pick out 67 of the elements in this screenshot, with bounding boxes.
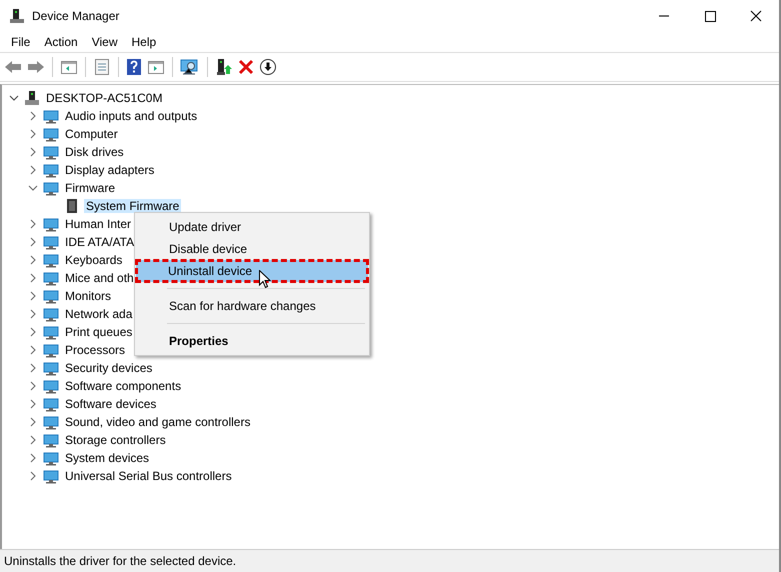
tree-item[interactable]: Computer bbox=[63, 127, 120, 141]
device-icon bbox=[43, 234, 59, 250]
app-icon bbox=[9, 8, 25, 24]
tree-item[interactable]: Software components bbox=[63, 379, 184, 393]
device-icon bbox=[43, 180, 59, 196]
tree-item[interactable]: Disk drives bbox=[63, 145, 126, 159]
tree-item[interactable]: IDE ATA/ATA bbox=[63, 235, 136, 249]
menu-item[interactable]: Uninstall device bbox=[136, 260, 368, 282]
tree-item[interactable]: Sound, video and game controllers bbox=[63, 415, 252, 429]
tree-item[interactable]: Firmware bbox=[63, 181, 117, 195]
list-icon[interactable] bbox=[93, 58, 111, 76]
device-icon bbox=[43, 414, 59, 430]
device-icon bbox=[43, 432, 59, 448]
tree-item[interactable]: Display adapters bbox=[63, 163, 156, 177]
tree-item[interactable]: Audio inputs and outputs bbox=[63, 109, 200, 123]
delete-icon[interactable] bbox=[238, 59, 254, 75]
device-icon bbox=[43, 306, 59, 322]
device-icon bbox=[43, 252, 59, 268]
menu-item[interactable]: Help bbox=[124, 35, 164, 49]
menu-item[interactable]: Update driver bbox=[137, 216, 367, 238]
tree-item[interactable]: Storage controllers bbox=[63, 433, 168, 447]
pane-icon[interactable] bbox=[60, 59, 78, 75]
back-arrow-icon[interactable] bbox=[4, 59, 22, 75]
help-icon[interactable] bbox=[126, 58, 142, 76]
menu-item[interactable]: Scan for hardware changes bbox=[137, 295, 367, 317]
tree-item[interactable]: Print queues bbox=[63, 325, 134, 339]
device-icon bbox=[43, 216, 59, 232]
device-icon bbox=[43, 324, 59, 340]
menu-item[interactable]: File bbox=[4, 35, 38, 49]
device-icon bbox=[43, 126, 59, 142]
forward-arrow-icon[interactable] bbox=[27, 59, 45, 75]
tree-item[interactable]: Network ada bbox=[63, 307, 134, 321]
monitor-search-icon[interactable] bbox=[180, 58, 200, 76]
download-icon[interactable] bbox=[259, 58, 277, 76]
status-text: Uninstalls the driver for the selected device. bbox=[4, 554, 236, 568]
chip-icon bbox=[64, 198, 80, 214]
cursor-icon bbox=[259, 270, 271, 289]
tree-item[interactable]: Monitors bbox=[63, 289, 114, 303]
tree-item[interactable]: Keyboards bbox=[63, 253, 124, 267]
tree-item[interactable]: Processors bbox=[63, 343, 128, 357]
tree-item[interactable]: System devices bbox=[63, 451, 152, 465]
device-icon bbox=[43, 342, 59, 358]
tree-item[interactable]: Software devices bbox=[63, 397, 158, 411]
menu-item[interactable]: Action bbox=[37, 35, 85, 49]
tree-item[interactable]: System Firmware bbox=[84, 199, 182, 213]
menu-item[interactable]: Properties bbox=[137, 330, 367, 352]
device-icon bbox=[43, 108, 59, 124]
tree-item[interactable]: DESKTOP-AC51C0M bbox=[44, 91, 164, 105]
device-icon bbox=[43, 144, 59, 160]
menu-item[interactable]: Disable device bbox=[137, 238, 367, 260]
device-icon bbox=[43, 162, 59, 178]
menu-item[interactable]: View bbox=[84, 35, 124, 49]
tree-item[interactable]: Security devices bbox=[63, 361, 154, 375]
device-icon bbox=[43, 378, 59, 394]
window-title: Device Manager bbox=[32, 9, 120, 23]
device-icon bbox=[43, 450, 59, 466]
update-driver-icon[interactable] bbox=[215, 58, 233, 76]
pane-icon[interactable] bbox=[147, 59, 165, 75]
device-icon bbox=[43, 270, 59, 286]
computer-icon bbox=[24, 90, 40, 106]
tree-item[interactable]: Mice and oth bbox=[63, 271, 136, 285]
device-icon bbox=[43, 468, 59, 484]
device-icon bbox=[43, 360, 59, 376]
device-icon bbox=[43, 288, 59, 304]
device-icon bbox=[43, 396, 59, 412]
tree-item[interactable]: Human Inter bbox=[63, 217, 134, 231]
tree-item[interactable]: Universal Serial Bus controllers bbox=[63, 469, 234, 483]
